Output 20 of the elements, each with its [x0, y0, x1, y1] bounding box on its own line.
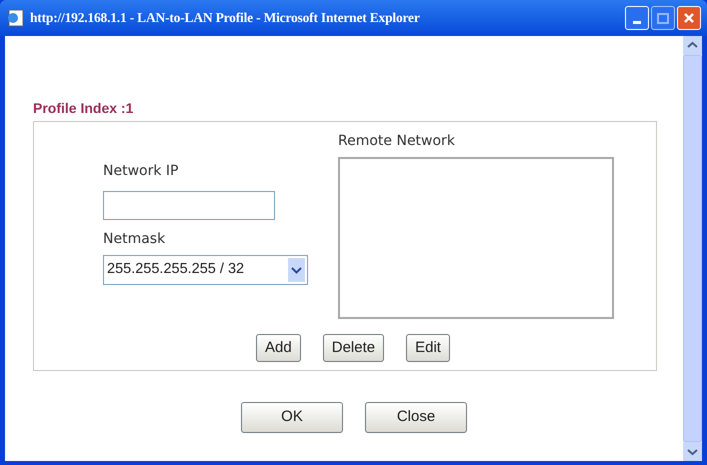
scroll-up-icon[interactable]	[683, 36, 702, 55]
netmask-select[interactable]: 255.255.255.255 / 32	[103, 255, 308, 285]
dialog-button[interactable]: OK	[241, 402, 343, 433]
list-action-button[interactable]: Delete	[322, 334, 384, 362]
maximize-button[interactable]	[651, 6, 675, 30]
page-icon	[6, 8, 26, 28]
scroll-down-icon[interactable]	[683, 442, 702, 461]
close-button[interactable]	[677, 6, 701, 30]
window-title: http://192.168.1.1 - LAN-to-LAN Profile - Microsoft Internet Explorer	[30, 8, 420, 27]
profile-index-heading: Profile Index :1	[33, 99, 134, 117]
close-icon	[683, 12, 695, 24]
network-ip-field[interactable]	[103, 191, 275, 220]
list-action-button[interactable]: Edit	[406, 334, 450, 362]
remote-network-list[interactable]	[338, 157, 614, 319]
remote-network-label: Remote Network	[338, 132, 456, 150]
dialog-button[interactable]: Close	[365, 402, 467, 433]
netmask-label: Netmask	[103, 230, 166, 248]
list-action-button[interactable]: Add	[256, 334, 301, 362]
network-ip-label: Network IP	[103, 162, 180, 180]
minimize-button[interactable]	[625, 6, 649, 30]
